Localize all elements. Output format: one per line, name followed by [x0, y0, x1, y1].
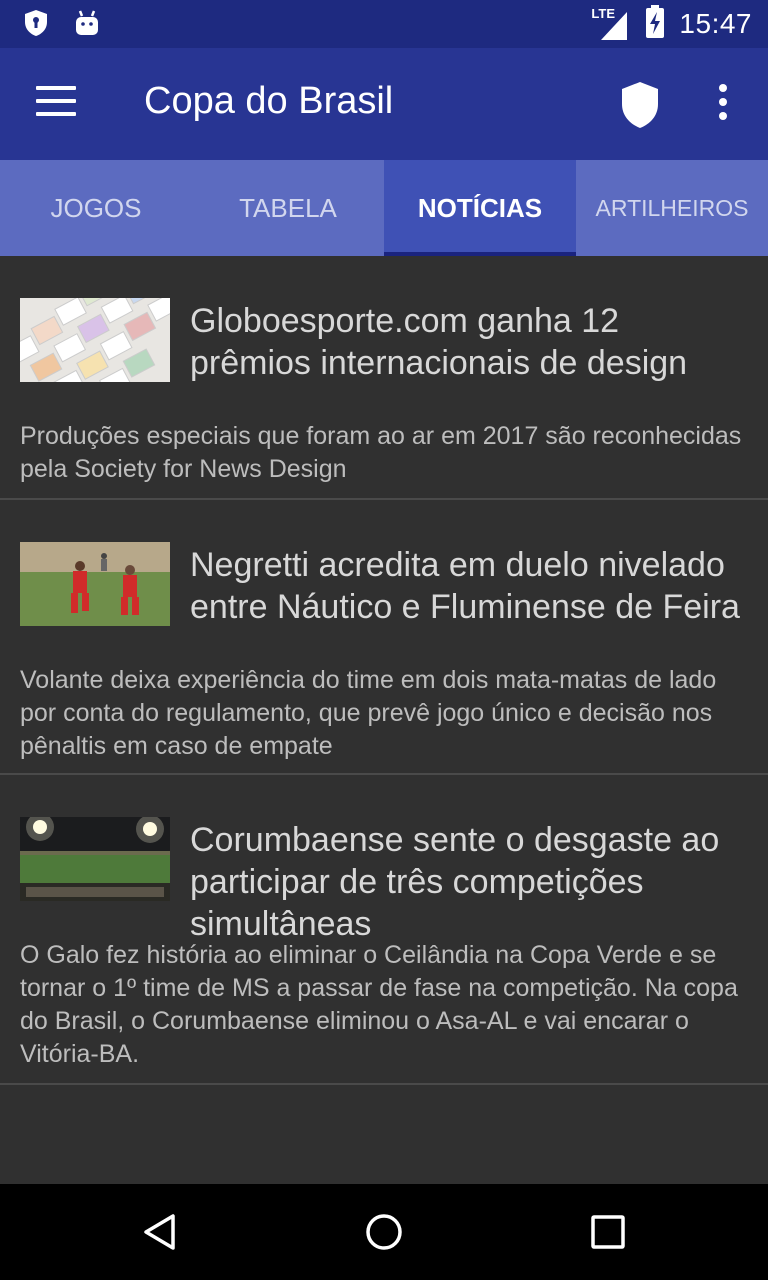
- battery-charging-icon: [645, 5, 665, 43]
- list-item[interactable]: Negretti acredita em duelo nivelado entr…: [0, 500, 768, 775]
- list-item[interactable]: Globoesporte.com ganha 12 prêmios intern…: [0, 256, 768, 500]
- app-bar: Copa do Brasil: [0, 48, 768, 160]
- clock: 15:47: [679, 8, 752, 39]
- signal-icon: LTE: [591, 4, 631, 44]
- players-training-thumbnail: [20, 542, 170, 626]
- menu-icon[interactable]: [36, 86, 76, 120]
- notification-icons: [22, 8, 100, 42]
- news-headline: Globoesporte.com ganha 12 prêmios intern…: [190, 302, 688, 382]
- news-summary: O Galo fez história ao eliminar o Ceilân…: [20, 941, 738, 1068]
- news-headline: Corumbaense sente o desgaste ao particip…: [190, 821, 720, 943]
- news-list: Globoesporte.com ganha 12 prêmios intern…: [0, 256, 768, 1085]
- tab-bar: JOGOS TABELA NOTÍCIAS ARTILHEIROS: [0, 160, 768, 256]
- status-bar: LTE 15:47: [0, 0, 768, 48]
- page-title: Copa do Brasil: [144, 80, 394, 122]
- navigation-bar: [0, 1184, 768, 1280]
- tab-tabela[interactable]: TABELA: [192, 160, 384, 256]
- stadium-night-thumbnail: [20, 817, 170, 901]
- shield-icon[interactable]: [618, 80, 662, 130]
- news-summary: Produções especiais que foram ao ar em 2…: [20, 422, 742, 483]
- list-item[interactable]: Corumbaense sente o desgaste ao particip…: [0, 775, 768, 1085]
- back-icon[interactable]: [140, 1212, 180, 1252]
- more-vert-icon[interactable]: [708, 84, 738, 124]
- design-pages-thumbnail: [20, 298, 170, 382]
- shield-notification-icon: [22, 8, 50, 42]
- home-icon[interactable]: [364, 1212, 404, 1252]
- android-icon: [74, 8, 100, 42]
- recents-icon[interactable]: [588, 1212, 628, 1252]
- tab-artilheiros[interactable]: ARTILHEIROS: [576, 160, 768, 256]
- news-summary: Volante deixa experiência do time em doi…: [20, 666, 717, 760]
- tab-noticias[interactable]: NOTÍCIAS: [384, 160, 576, 256]
- tab-jogos[interactable]: JOGOS: [0, 160, 192, 256]
- news-headline: Negretti acredita em duelo nivelado entr…: [190, 546, 740, 626]
